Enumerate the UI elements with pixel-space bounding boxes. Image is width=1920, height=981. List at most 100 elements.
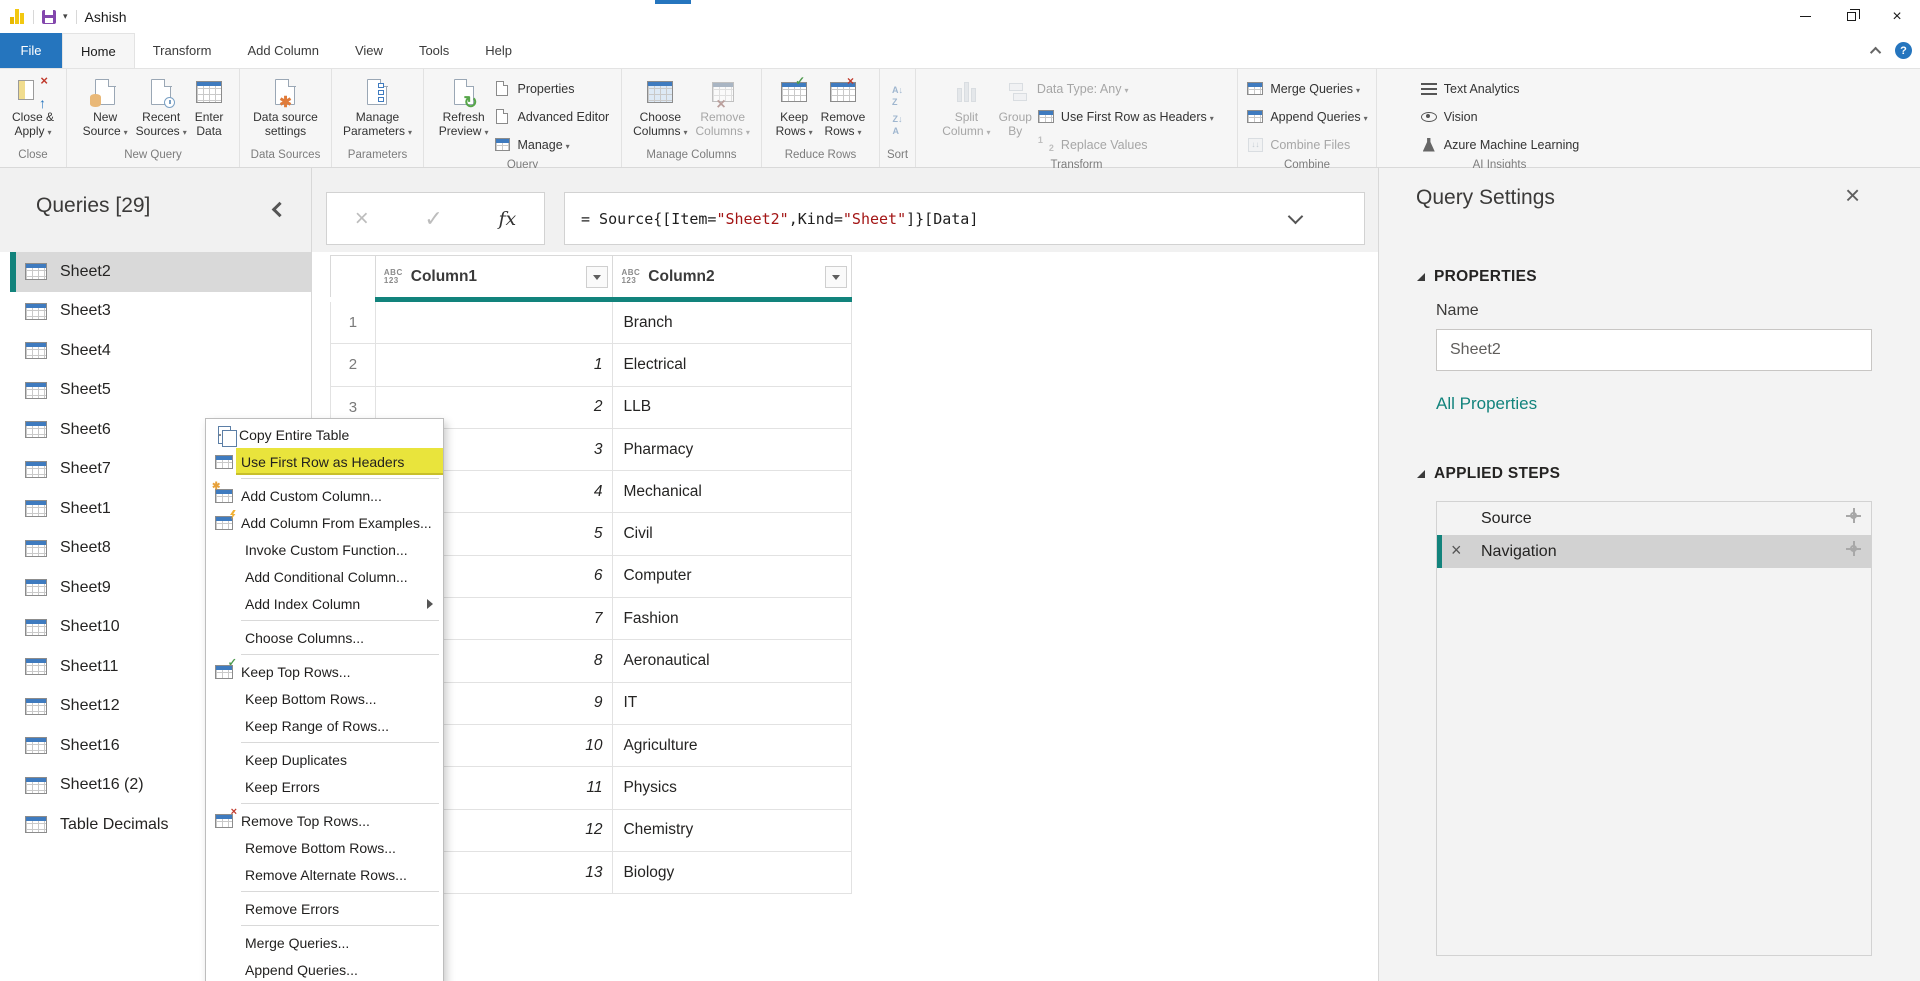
column-header[interactable]: Column2 [613, 256, 851, 297]
applied-steps-section-header[interactable]: APPLIED STEPS [1417, 465, 1560, 483]
row-number[interactable]: 1 [331, 302, 376, 343]
context-menu-item[interactable]: Invoke Custom Function... [206, 536, 443, 563]
query-list-item[interactable]: Sheet5 [0, 371, 311, 411]
column2-cell[interactable]: Computer [613, 556, 851, 597]
ribbon-tab[interactable]: Add Column [229, 33, 337, 68]
properties-button[interactable]: Properties [493, 76, 609, 101]
context-menu-item[interactable]: ✓ Keep Top Rows... [206, 658, 443, 685]
delete-step-icon[interactable]: × [1451, 540, 1462, 561]
remove-columns-button[interactable]: × RemoveColumns [693, 74, 753, 140]
restore-button[interactable] [1828, 0, 1874, 33]
help-icon[interactable]: ? [1895, 42, 1912, 59]
data-type-button[interactable]: Data Type: Any [1037, 76, 1214, 101]
ribbon-tab[interactable]: File [0, 33, 62, 68]
applied-step[interactable]: × Source [1437, 502, 1871, 535]
ribbon-tab[interactable]: Home [62, 33, 135, 68]
context-menu-item[interactable]: Remove Bottom Rows... [206, 834, 443, 861]
manage-parameters-button[interactable]: ManageParameters [340, 74, 415, 140]
column2-cell[interactable]: Electrical [613, 344, 851, 385]
context-menu-item[interactable]: Keep Duplicates [206, 746, 443, 773]
collapse-queries-pane-icon[interactable] [272, 202, 288, 218]
table-corner-cell[interactable] [331, 256, 376, 297]
properties-section-header[interactable]: PROPERTIES [1417, 268, 1537, 286]
column2-cell[interactable]: Biology [613, 852, 851, 893]
context-menu-item[interactable]: Keep Range of Rows... [206, 712, 443, 739]
abc-123-type-icon[interactable] [621, 269, 640, 285]
column2-cell[interactable]: Pharmacy [613, 429, 851, 470]
column2-cell[interactable]: Agriculture [613, 725, 851, 766]
manage-button[interactable]: Manage [493, 132, 609, 157]
context-menu-item[interactable]: × Remove Top Rows... [206, 807, 443, 834]
context-menu-item[interactable]: Keep Errors [206, 773, 443, 800]
ribbon-tab[interactable]: Help [467, 33, 530, 68]
all-properties-link[interactable]: All Properties [1436, 394, 1537, 414]
formula-input[interactable]: = Source{[Item="Sheet2",Kind="Sheet"]}[D… [564, 192, 1365, 245]
new-source-button[interactable]: NewSource [80, 74, 131, 140]
filter-dropdown-icon[interactable] [825, 266, 847, 288]
use-first-row-as-headers-button[interactable]: Use First Row as Headers [1037, 104, 1214, 129]
minimize-button[interactable] [1782, 0, 1828, 33]
vision-button[interactable]: Vision [1420, 104, 1580, 129]
group-by-button[interactable]: GroupBy [996, 74, 1035, 139]
context-menu-item[interactable]: ✱ Add Custom Column... [206, 482, 443, 509]
advanced-editor-button[interactable]: Advanced Editor [493, 104, 609, 129]
context-menu-item[interactable]: Copy Entire Table [206, 421, 443, 448]
context-menu-item[interactable]: Keep Bottom Rows... [206, 685, 443, 712]
column1-cell[interactable] [376, 302, 614, 343]
column2-cell[interactable]: Fashion [613, 598, 851, 639]
enter-data-button[interactable]: EnterData [192, 74, 227, 139]
close-and-apply-button[interactable]: ×↑ Close & Apply [9, 74, 57, 140]
step-settings-gear-icon[interactable] [1850, 512, 1857, 519]
query-name-input[interactable]: Sheet2 [1436, 329, 1872, 371]
row-number[interactable]: 2 [331, 344, 376, 385]
applied-step[interactable]: × Navigation [1437, 535, 1871, 568]
context-menu-item[interactable]: Remove Errors [206, 895, 443, 922]
column2-cell[interactable]: Branch [613, 302, 851, 343]
quick-access-caret-icon[interactable]: ▾ [63, 11, 68, 22]
query-list-item[interactable]: Sheet4 [0, 331, 311, 371]
context-menu-item[interactable]: Append Queries... [206, 956, 443, 981]
column2-cell[interactable]: IT [613, 683, 851, 724]
context-menu-item[interactable]: Use First Row as Headers [206, 448, 443, 475]
commit-formula-icon[interactable]: ✓ [424, 206, 442, 232]
context-menu-item[interactable]: Choose Columns... [206, 624, 443, 651]
column2-cell[interactable]: Aeronautical [613, 640, 851, 681]
column2-cell[interactable]: Mechanical [613, 471, 851, 512]
abc-123-type-icon[interactable] [384, 269, 403, 285]
column2-cell[interactable]: Civil [613, 513, 851, 554]
column-header[interactable]: Column1 [376, 256, 614, 297]
append-queries-button[interactable]: Append Queries [1246, 104, 1367, 129]
close-pane-icon[interactable]: × [1845, 182, 1860, 208]
context-menu-item[interactable]: Add Column From Examples... [206, 509, 443, 536]
column2-cell[interactable]: Chemistry [613, 810, 851, 851]
combine-files-button[interactable]: ↓↓ Combine Files [1246, 132, 1367, 157]
query-list-item[interactable]: Sheet3 [0, 292, 311, 332]
keep-rows-button[interactable]: ✓ KeepRows [773, 74, 816, 140]
replace-values-button[interactable]: Replace Values [1037, 132, 1214, 157]
choose-columns-button[interactable]: ChooseColumns [630, 74, 690, 140]
merge-queries-button[interactable]: Merge Queries [1246, 76, 1367, 101]
sort-descending-icon[interactable]: Z↓A [893, 115, 903, 136]
remove-rows-button[interactable]: × RemoveRows [818, 74, 869, 140]
ribbon-tab[interactable]: Tools [401, 33, 467, 68]
context-menu-item[interactable]: Add Conditional Column... [206, 563, 443, 590]
close-window-button[interactable]: × [1874, 0, 1920, 33]
save-icon[interactable] [42, 10, 56, 24]
split-column-button[interactable]: SplitColumn [939, 74, 993, 140]
context-menu-item[interactable]: Merge Queries... [206, 929, 443, 956]
step-settings-gear-icon[interactable] [1850, 545, 1857, 552]
sort-ascending-icon[interactable]: A↓Z [892, 86, 903, 107]
column2-cell[interactable]: Physics [613, 767, 851, 808]
column2-cell[interactable]: LLB [613, 387, 851, 428]
query-list-item[interactable]: Sheet2 [0, 252, 311, 292]
ribbon-tab[interactable]: View [337, 33, 401, 68]
add-step-fx-icon[interactable]: fx [498, 208, 516, 230]
refresh-preview-button[interactable]: ↻ RefreshPreview [436, 74, 492, 140]
cancel-formula-icon[interactable]: × [355, 205, 369, 233]
context-menu-item[interactable]: Add Index Column [206, 590, 443, 617]
filter-dropdown-icon[interactable] [586, 266, 608, 288]
context-menu-item[interactable]: Remove Alternate Rows... [206, 861, 443, 888]
azure-machine-learning-button[interactable]: Azure Machine Learning [1420, 132, 1580, 157]
text-analytics-button[interactable]: Text Analytics [1420, 76, 1580, 101]
column1-cell[interactable]: 1 [376, 344, 614, 385]
